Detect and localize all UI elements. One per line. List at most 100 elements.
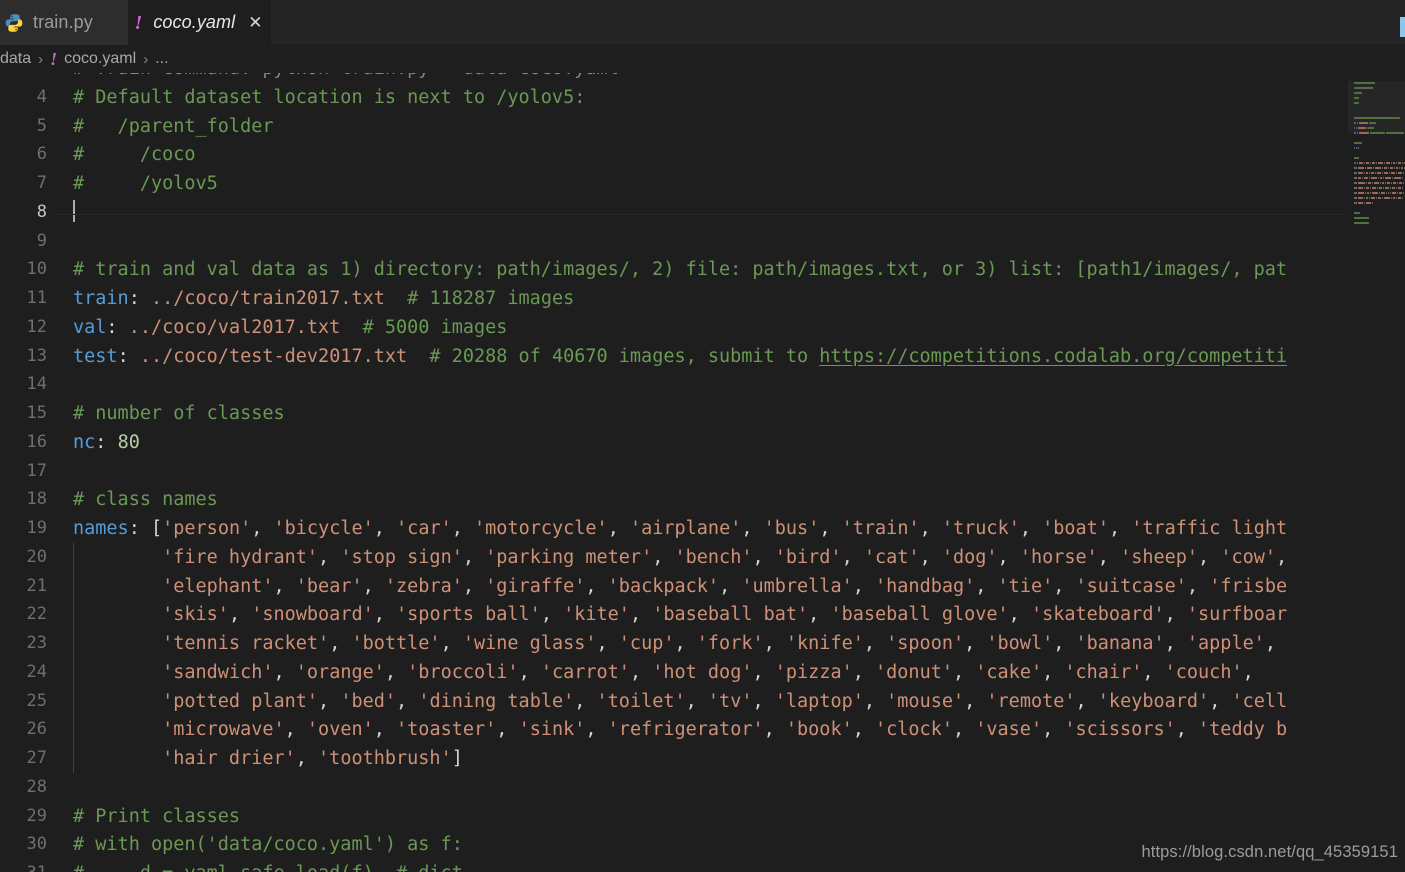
token-p: , xyxy=(652,546,675,568)
code-line[interactable]: 3 # Train command: python train.py --data… xyxy=(0,73,1348,83)
code-line[interactable]: 10 # train and val data as 1) directory: … xyxy=(0,255,1348,284)
code-text[interactable]: test: ../coco/test-dev2017.txt # 20288 o… xyxy=(56,342,1348,371)
token-s: 'chair' xyxy=(1064,661,1143,683)
token-s: 'traffic light xyxy=(1131,518,1288,539)
code-text[interactable]: 'skis', 'snowboard', 'sports ball', 'kit… xyxy=(56,600,1348,629)
code-line[interactable]: 28 xyxy=(0,773,1348,802)
breadcrumb-item-data[interactable]: data xyxy=(0,50,31,68)
line-number: 18 xyxy=(26,489,47,510)
token-s: 'tennis racket' xyxy=(162,633,330,654)
code-line[interactable]: 21 'elephant', 'bear', 'zebra', 'giraffe… xyxy=(0,572,1348,601)
code-line[interactable]: 15 # number of classes xyxy=(0,399,1348,428)
token-s: 'mouse' xyxy=(886,690,965,712)
token-p: , xyxy=(863,690,887,712)
code-line[interactable]: 5 # /parent_folder xyxy=(0,112,1348,141)
scroll-indicator[interactable] xyxy=(1400,17,1405,37)
code-text[interactable]: 'sandwich', 'orange', 'broccoli', 'carro… xyxy=(56,658,1348,687)
code-line[interactable]: 23 'tennis racket', 'bottle', 'wine glas… xyxy=(0,629,1348,658)
code-text[interactable]: 'hair drier', 'toothbrush'] xyxy=(56,744,1348,773)
token-p: : [ xyxy=(128,518,163,539)
token-s: 'cake' xyxy=(975,661,1043,683)
code-text[interactable]: # /yolov5 xyxy=(56,169,1348,198)
code-text[interactable]: 'microwave', 'oven', 'toaster', 'sink', … xyxy=(56,715,1348,744)
line-number: 15 xyxy=(26,403,47,423)
token-s: 'couch' xyxy=(1164,661,1243,683)
line-number: 26 xyxy=(26,719,47,740)
token-p: , xyxy=(763,719,786,741)
minimap-line xyxy=(1354,186,1404,190)
code-text[interactable]: # Train command: python train.py --data … xyxy=(56,73,1348,83)
code-text[interactable]: 'tennis racket', 'bottle', 'wine glass',… xyxy=(56,629,1348,658)
code-line[interactable]: 7 # /yolov5 xyxy=(0,169,1348,198)
token-p: , xyxy=(752,661,775,683)
code-line[interactable]: 27 'hair drier', 'toothbrush'] xyxy=(0,744,1348,773)
code-line[interactable]: 22 'skis', 'snowboard', 'sports ball', '… xyxy=(0,600,1348,629)
minimap-line xyxy=(1354,166,1404,170)
code-text[interactable]: # train and val data as 1) directory: pa… xyxy=(56,255,1348,284)
code-text[interactable] xyxy=(56,197,1348,227)
token-p: , xyxy=(952,661,976,683)
token-k: names xyxy=(73,518,129,539)
close-icon[interactable]: ✕ xyxy=(248,14,262,31)
code-text[interactable]: # class names xyxy=(56,485,1348,514)
token-s: 'bird' xyxy=(774,546,842,568)
minimap-line xyxy=(1354,116,1404,120)
tab-coco-yaml[interactable]: ! coco.yaml ✕ xyxy=(128,0,271,45)
code-line[interactable]: 18 # class names xyxy=(0,485,1348,514)
code-line[interactable]: 16 nc: 80 xyxy=(0,428,1348,457)
code-line[interactable]: 6 # /coco xyxy=(0,140,1348,169)
code-line[interactable]: 12 val: ../coco/val2017.txt # 5000 images xyxy=(0,313,1348,342)
code-text[interactable]: # Default dataset location is next to /y… xyxy=(56,83,1348,112)
code-line[interactable]: 13 test: ../coco/test-dev2017.txt # 20288… xyxy=(0,342,1348,371)
minimap-line xyxy=(1354,136,1404,140)
code-editor[interactable]: 3 # Train command: python train.py --data… xyxy=(0,73,1405,872)
editor-tab-bar: train.py ! coco.yaml ✕ xyxy=(0,0,1405,45)
token-p: , xyxy=(273,661,296,683)
code-lines-container[interactable]: 3 # Train command: python train.py --data… xyxy=(0,73,1348,872)
breadcrumb-item-more[interactable]: ... xyxy=(155,50,168,68)
token-s: 'book' xyxy=(785,719,853,741)
token-p: , xyxy=(808,604,831,626)
code-line[interactable]: 19 names: ['person', 'bicycle', 'car', 'm… xyxy=(0,514,1348,543)
code-line[interactable]: 25 'potted plant', 'bed', 'dining table'… xyxy=(0,687,1348,716)
token-s: 'backpack' xyxy=(607,575,720,597)
line-number: 4 xyxy=(36,86,47,107)
code-line[interactable]: 11 train: ../coco/train2017.txt # 118287 … xyxy=(0,284,1348,313)
code-line[interactable]: 17 xyxy=(0,457,1348,486)
code-line[interactable]: 20 'fire hydrant', 'stop sign', 'parking… xyxy=(0,543,1348,572)
token-p: , xyxy=(1209,690,1232,712)
tab-train-py[interactable]: train.py xyxy=(0,0,128,45)
code-text[interactable]: # number of classes xyxy=(56,399,1348,428)
token-s: 'wine glass' xyxy=(462,633,597,654)
code-text[interactable]: names: ['person', 'bicycle', 'car', 'mot… xyxy=(56,514,1348,543)
token-p: , xyxy=(373,719,397,741)
code-text[interactable]: train: ../coco/train2017.txt # 118287 im… xyxy=(56,284,1348,313)
code-line[interactable]: 8 xyxy=(0,197,1348,227)
token-p: , xyxy=(752,546,775,568)
code-line[interactable]: 24 'sandwich', 'orange', 'broccoli', 'ca… xyxy=(0,658,1348,687)
token-p xyxy=(73,576,162,597)
code-text[interactable]: # Print classes xyxy=(56,802,1348,831)
yaml-exclamation-icon: ! xyxy=(134,11,143,34)
code-line[interactable]: 4 # Default dataset location is next to /… xyxy=(0,83,1348,112)
minimap-line xyxy=(1354,86,1404,90)
code-line[interactable]: 9 xyxy=(0,227,1348,256)
code-text[interactable]: 'elephant', 'bear', 'zebra', 'giraffe', … xyxy=(56,572,1348,601)
code-line[interactable]: 14 xyxy=(0,370,1348,399)
code-text[interactable]: 'potted plant', 'bed', 'dining table', '… xyxy=(56,687,1348,716)
code-text[interactable]: # /parent_folder xyxy=(56,112,1348,141)
code-text[interactable]: val: ../coco/val2017.txt # 5000 images xyxy=(56,313,1348,342)
line-number: 30 xyxy=(26,834,47,855)
code-text[interactable]: 'fire hydrant', 'stop sign', 'parking me… xyxy=(56,543,1348,572)
code-line[interactable]: 26 'microwave', 'oven', 'toaster', 'sink… xyxy=(0,715,1348,744)
token-p: , xyxy=(1075,690,1098,712)
code-text[interactable]: nc: 80 xyxy=(56,428,1348,457)
token-s: 'cow' xyxy=(1220,546,1277,568)
code-text[interactable]: # /coco xyxy=(56,140,1348,169)
token-p: , xyxy=(629,661,653,683)
code-line[interactable]: 29 # Print classes xyxy=(0,802,1348,831)
breadcrumb-item-coco-yaml[interactable]: coco.yaml xyxy=(64,50,136,68)
token-p: , xyxy=(1008,604,1031,626)
token-p xyxy=(73,604,162,625)
code-minimap[interactable] xyxy=(1348,73,1405,872)
